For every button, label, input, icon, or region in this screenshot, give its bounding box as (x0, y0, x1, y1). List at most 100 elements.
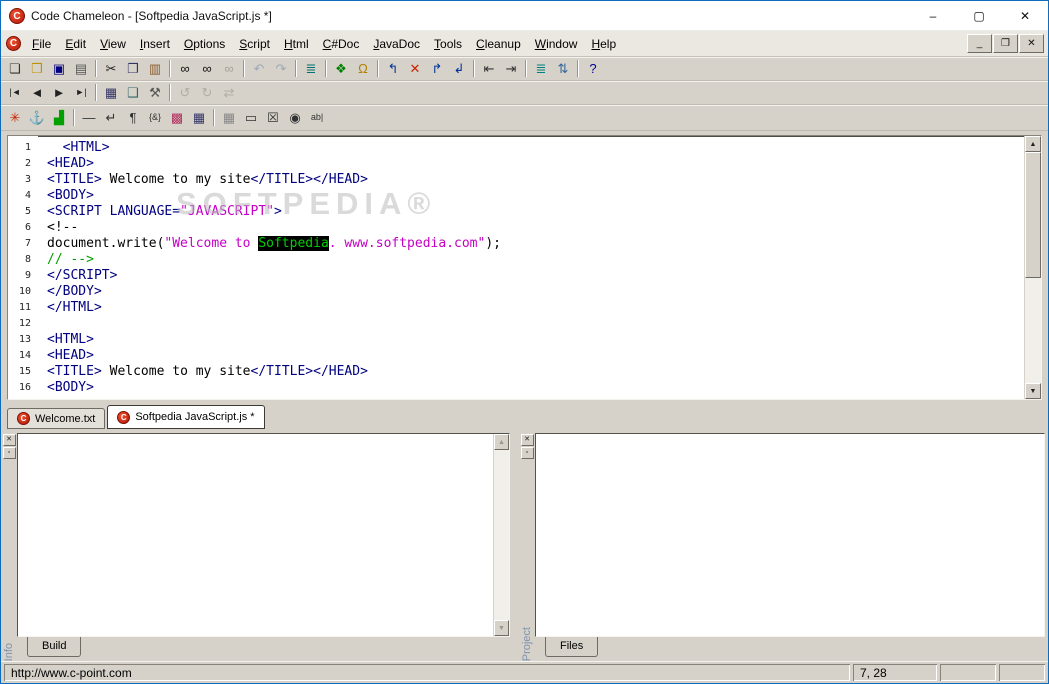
radio-control-button[interactable]: ◉ (284, 107, 306, 128)
info-scroll-down-button[interactable]: ▼ (494, 620, 509, 636)
mdi-minimize-button[interactable]: _ (967, 34, 992, 53)
save-button[interactable]: ▣ (48, 58, 70, 79)
find-next-button[interactable]: ∞ (196, 58, 218, 79)
button-control-button[interactable]: ▭ (240, 107, 262, 128)
code-line-12[interactable] (47, 316, 1024, 332)
script-block-button[interactable]: {&} (144, 107, 166, 128)
code-line-1[interactable]: <HTML> (47, 140, 1024, 156)
code-line-2[interactable]: <HEAD> (47, 156, 1024, 172)
go-next-button[interactable]: ► (48, 82, 70, 103)
line-break-button[interactable]: ↵ (100, 107, 122, 128)
chart-button[interactable]: ▟ (48, 107, 70, 128)
paragraph-button[interactable]: ¶ (122, 107, 144, 128)
code-line-15[interactable]: <TITLE> Welcome to my site</TITLE></HEAD… (47, 364, 1024, 380)
mdi-close-button[interactable]: ✕ (1019, 34, 1044, 53)
code-area[interactable]: SOFTPEDIA® <HTML> <HEAD> <TITLE> Welcome t… (38, 136, 1024, 399)
code-line-14[interactable]: <HEAD> (47, 348, 1024, 364)
print-button[interactable]: ▤ (70, 58, 92, 79)
table-button[interactable]: ▦ (188, 107, 210, 128)
lock-button[interactable]: Ω (352, 58, 374, 79)
code-line-5[interactable]: <SCRIPT LANGUAGE="JAVASCRIPT"> (47, 204, 1024, 220)
layout-grid-button[interactable]: ▦ (218, 107, 240, 128)
menu-insert[interactable]: Insert (133, 33, 177, 55)
checkbox-control-button[interactable]: ☒ (262, 107, 284, 128)
project-panel-label[interactable]: Project (521, 624, 533, 661)
menu-view[interactable]: View (93, 33, 133, 55)
info-panel-close-icon[interactable]: ✕ (2, 434, 16, 446)
menu-options[interactable]: Options (177, 33, 232, 55)
indent-decrease-button[interactable]: ⇤ (478, 58, 500, 79)
new-document-button[interactable]: ❏ (4, 58, 26, 79)
go-first-button[interactable]: |◄ (4, 82, 26, 103)
goto-next-mark-button[interactable]: ↱ (426, 58, 448, 79)
document-tab-welcome-txt[interactable]: C Welcome.txt (7, 408, 106, 429)
spider-button[interactable]: ✳ (4, 107, 26, 128)
open-file-button[interactable]: ❒ (26, 58, 48, 79)
maximize-button[interactable]: ▢ (956, 1, 1002, 30)
indent-increase-button[interactable]: ⇥ (500, 58, 522, 79)
project-panel-pin-icon[interactable]: ▫ (520, 447, 534, 459)
line-number: 14 (18, 350, 31, 361)
find-button[interactable]: ∞ (174, 58, 196, 79)
menu-help[interactable]: Help (584, 33, 623, 55)
info-panel-pin-icon[interactable]: ▫ (2, 447, 16, 459)
code-line-6[interactable]: <!-- (47, 220, 1024, 236)
goto-line-button[interactable]: ↲ (448, 58, 470, 79)
menu-window[interactable]: Window (528, 33, 585, 55)
code-line-8[interactable]: // --> (47, 252, 1024, 268)
toolbar-separator (295, 60, 297, 77)
menubar: C File Edit View Insert Options Script Html C#D… (1, 31, 1048, 57)
minimize-button[interactable]: – (910, 1, 956, 30)
code-line-3[interactable]: <TITLE> Welcome to my site</TITLE></HEAD… (47, 172, 1024, 188)
go-previous-button[interactable]: ◄ (26, 82, 48, 103)
compile-script-button[interactable]: ❖ (330, 58, 352, 79)
palette-button[interactable]: ▩ (166, 107, 188, 128)
align-lines-button[interactable]: ≣ (530, 58, 552, 79)
menu-javadoc[interactable]: JavaDoc (366, 33, 427, 55)
info-scroll-up-button[interactable]: ▲ (494, 434, 509, 450)
code-line-9[interactable]: </SCRIPT> (47, 268, 1024, 284)
code-line-10[interactable]: </BODY> (47, 284, 1024, 300)
anchor-button[interactable]: ⚓ (26, 107, 48, 128)
line-number: 8 (24, 254, 31, 265)
tools-build-button[interactable]: ⚒ (144, 82, 166, 103)
grid-view-button[interactable]: ▦ (100, 82, 122, 103)
mdi-restore-button[interactable]: ❐ (993, 34, 1018, 53)
menu-edit[interactable]: Edit (58, 33, 93, 55)
cut-button[interactable]: ✂ (100, 58, 122, 79)
copy-button[interactable]: ❐ (122, 58, 144, 79)
code-line-7[interactable]: document.write("Welcome to Softpedia. ww… (47, 236, 1024, 252)
menu-script[interactable]: Script (232, 33, 277, 55)
editor-vertical-scrollbar[interactable]: ▲ ▼ (1024, 136, 1041, 399)
files-tab[interactable]: Files (545, 637, 599, 657)
menu-file[interactable]: File (25, 33, 58, 55)
code-line-13[interactable]: <HTML> (47, 332, 1024, 348)
info-panel-scrollbar[interactable]: ▲ ▼ (493, 434, 509, 636)
line-number-gutter: 1 2 3 4 5 6 7 8 9 10 11 12 13 14 15 16 (8, 136, 38, 399)
renumber-lines-button[interactable]: ⇅ (552, 58, 574, 79)
reformat-button[interactable]: ≣ (300, 58, 322, 79)
goto-previous-mark-button[interactable]: ↰ (382, 58, 404, 79)
info-panel-label[interactable]: Info (3, 640, 15, 661)
go-last-button[interactable]: ►| (70, 82, 92, 103)
code-line-11[interactable]: </HTML> (47, 300, 1024, 316)
properties-button[interactable]: ❑ (122, 82, 144, 103)
menu-cdoc[interactable]: C#Doc (316, 33, 367, 55)
code-line-4[interactable]: <BODY> (47, 188, 1024, 204)
close-button[interactable]: ✕ (1002, 1, 1048, 30)
paste-button[interactable]: ▥ (144, 58, 166, 79)
scroll-up-button[interactable]: ▲ (1025, 136, 1041, 152)
horizontal-rule-button[interactable]: — (78, 107, 100, 128)
menu-cleanup[interactable]: Cleanup (469, 33, 528, 55)
code-line-16[interactable]: <BODY> (47, 380, 1024, 396)
textfield-control-button[interactable]: ab| (306, 107, 328, 128)
document-tab-softpedia-javascript-js[interactable]: C Softpedia JavaScript.js * (107, 405, 265, 429)
help-button[interactable]: ? (582, 58, 604, 79)
project-panel-close-icon[interactable]: ✕ (520, 434, 534, 446)
scroll-thumb[interactable] (1025, 152, 1041, 278)
menu-html[interactable]: Html (277, 33, 316, 55)
build-tab[interactable]: Build (27, 637, 82, 657)
menu-tools[interactable]: Tools (427, 33, 469, 55)
clear-marks-button[interactable]: ✕ (404, 58, 426, 79)
scroll-down-button[interactable]: ▼ (1025, 383, 1041, 399)
